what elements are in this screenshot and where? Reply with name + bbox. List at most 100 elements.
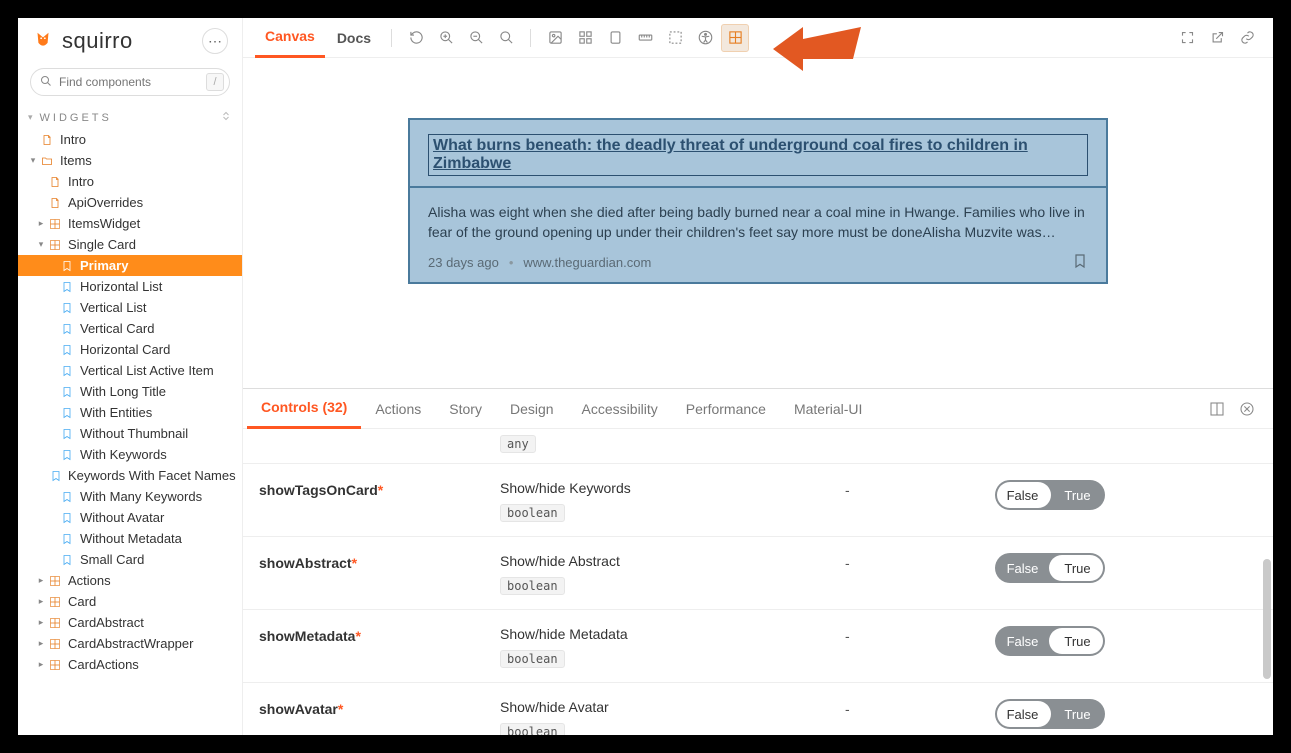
reload-button[interactable] xyxy=(402,24,430,52)
comp-icon xyxy=(48,637,62,651)
tab-docs[interactable]: Docs xyxy=(327,18,381,58)
story-icon xyxy=(60,490,74,504)
tree-item-label: Intro xyxy=(60,132,86,147)
panel-close-button[interactable] xyxy=(1235,397,1259,421)
boolean-toggle[interactable]: FalseTrue xyxy=(995,699,1105,729)
card-title[interactable]: What burns beneath: the deadly threat of… xyxy=(428,134,1088,176)
panel-tab-design[interactable]: Design xyxy=(496,389,568,429)
tree-item[interactable]: Keywords With Facet Names xyxy=(18,465,242,486)
zoom-out-button[interactable] xyxy=(462,24,490,52)
panel-tab-performance[interactable]: Performance xyxy=(672,389,780,429)
comp-icon xyxy=(48,658,62,672)
caret-icon: ▸ xyxy=(36,638,46,649)
comp-icon xyxy=(48,616,62,630)
bookmark-icon[interactable] xyxy=(1072,253,1088,272)
tree-item[interactable]: Without Avatar xyxy=(18,507,242,528)
search-input[interactable] xyxy=(30,68,230,96)
tree-item[interactable]: Horizontal List xyxy=(18,276,242,297)
story-icon xyxy=(60,385,74,399)
fullscreen-button[interactable] xyxy=(1173,24,1201,52)
tree-item[interactable]: Vertical Card xyxy=(18,318,242,339)
tree-item[interactable]: ▾Single Card xyxy=(18,234,242,255)
tree-item-label: CardAbstractWrapper xyxy=(68,636,193,651)
tree-item[interactable]: ▸ Card xyxy=(18,591,242,612)
panel-tab-material[interactable]: Material-UI xyxy=(780,389,876,429)
caret-icon: ▸ xyxy=(36,596,46,607)
caret-icon: ▸ xyxy=(36,617,46,628)
controls-list[interactable]: any showTagsOnCard*Show/hide Keywordsboo… xyxy=(243,429,1273,735)
caret-down-icon: ▾ xyxy=(28,112,36,123)
outline-button[interactable] xyxy=(661,24,689,52)
panel-tab-accessibility[interactable]: Accessibility xyxy=(568,389,672,429)
tree-item[interactable]: Horizontal Card xyxy=(18,339,242,360)
tree-item-label: Without Metadata xyxy=(80,531,182,546)
tree-item[interactable]: ▸ CardAbstractWrapper xyxy=(18,633,242,654)
sort-icon[interactable] xyxy=(220,110,232,125)
tree-item[interactable]: Intro xyxy=(18,129,242,150)
tree-item[interactable]: ApiOverrides xyxy=(18,192,242,213)
zoom-reset-button[interactable] xyxy=(492,24,520,52)
control-name: showTagsOnCard* xyxy=(255,480,500,498)
panel-tab-story[interactable]: Story xyxy=(435,389,496,429)
story-icon xyxy=(60,259,74,273)
tree-item-label: Small Card xyxy=(80,552,144,567)
tab-canvas[interactable]: Canvas xyxy=(255,18,325,58)
boolean-toggle[interactable]: FalseTrue xyxy=(995,553,1105,583)
tree-item[interactable]: With Entities xyxy=(18,402,242,423)
tree-item[interactable]: ▸ItemsWidget xyxy=(18,213,242,234)
toggle-false-label: False xyxy=(995,561,1050,576)
tree-item[interactable]: With Keywords xyxy=(18,444,242,465)
boolean-toggle[interactable]: FalseTrue xyxy=(995,626,1105,656)
card-age: 23 days ago xyxy=(428,255,499,270)
tree-item[interactable]: ▸ CardAbstract xyxy=(18,612,242,633)
tree-item[interactable]: With Many Keywords xyxy=(18,486,242,507)
control-description: Show/hide Keywordsboolean xyxy=(500,480,845,522)
tree-item-label: With Long Title xyxy=(80,384,166,399)
control-description: Show/hide Abstractboolean xyxy=(500,553,845,595)
panel-tab-actions[interactable]: Actions xyxy=(361,389,435,429)
tree-item[interactable]: Primary xyxy=(18,255,242,276)
grid-button[interactable] xyxy=(571,24,599,52)
tree-item[interactable]: With Long Title xyxy=(18,381,242,402)
tree-item[interactable]: ▸CardActions xyxy=(18,654,242,675)
tree-item[interactable]: ▾Items xyxy=(18,150,242,171)
tree-item[interactable]: ▸Actions xyxy=(18,570,242,591)
tree-item-label: Horizontal Card xyxy=(80,342,170,357)
viewport-button[interactable] xyxy=(601,24,629,52)
tree-item-label: Card xyxy=(68,594,96,609)
tree-item[interactable]: Vertical List xyxy=(18,297,242,318)
background-button[interactable] xyxy=(541,24,569,52)
story-icon xyxy=(60,301,74,315)
canvas-area: What burns beneath: the deadly threat of… xyxy=(243,58,1273,388)
panel-tab-controls[interactable]: Controls (32) xyxy=(247,389,361,429)
comp-icon xyxy=(48,595,62,609)
sidebar-menu-button[interactable]: ⋯ xyxy=(202,28,228,54)
doc-icon xyxy=(48,196,62,210)
tree-item[interactable]: Intro xyxy=(18,171,242,192)
preview-card[interactable]: What burns beneath: the deadly threat of… xyxy=(408,118,1108,284)
tree-item[interactable]: Small Card xyxy=(18,549,242,570)
tree-item[interactable]: Without Metadata xyxy=(18,528,242,549)
panel-orientation-button[interactable] xyxy=(1205,397,1229,421)
required-asterisk: * xyxy=(378,482,383,498)
control-row-stub: any xyxy=(243,429,1273,464)
search-icon xyxy=(40,75,52,90)
tree-item[interactable]: Vertical List Active Item xyxy=(18,360,242,381)
toggle-false-label: False xyxy=(995,707,1050,722)
tree-item[interactable]: Without Thumbnail xyxy=(18,423,242,444)
theme-grid-button[interactable] xyxy=(721,24,749,52)
open-external-button[interactable] xyxy=(1203,24,1231,52)
card-abstract: Alisha was eight when she died after bei… xyxy=(428,202,1088,243)
scrollbar-thumb[interactable] xyxy=(1263,559,1271,679)
section-label: WIDGETS xyxy=(40,112,112,124)
measure-button[interactable] xyxy=(631,24,659,52)
toggle-false-label: False xyxy=(995,634,1050,649)
section-header-widgets[interactable]: ▾ WIDGETS xyxy=(18,106,242,129)
boolean-toggle[interactable]: FalseTrue xyxy=(995,480,1105,510)
tree-item-label: Vertical List Active Item xyxy=(80,363,214,378)
zoom-in-button[interactable] xyxy=(432,24,460,52)
control-description: Show/hide Metadataboolean xyxy=(500,626,845,668)
accessibility-button[interactable] xyxy=(691,24,719,52)
link-button[interactable] xyxy=(1233,24,1261,52)
tree-item-label: CardAbstract xyxy=(68,615,144,630)
